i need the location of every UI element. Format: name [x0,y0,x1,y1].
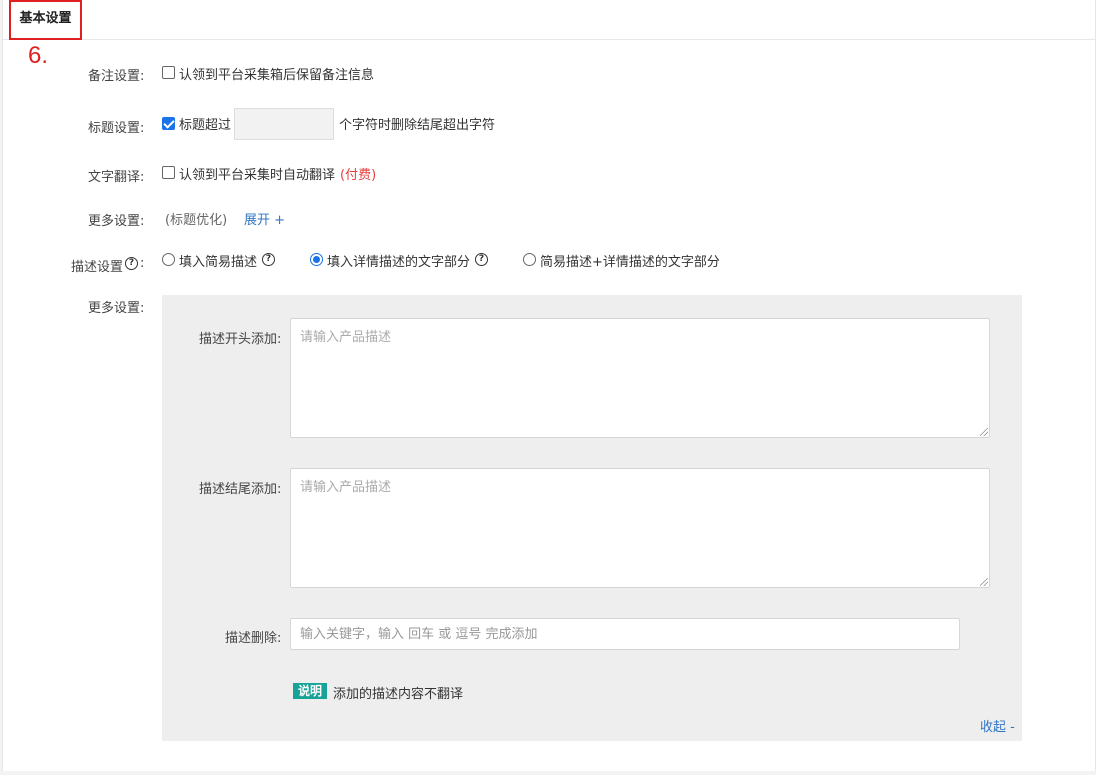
description-setting-label: 描述设置 [71,256,123,275]
remark-keep-label[interactable]: 认领到平台采集箱后保留备注信息 [179,64,374,83]
title-optimize-text: (标题优化) [165,213,228,228]
desc-tail-label: 描述结尾添加: [199,482,282,497]
desc-tail-textarea[interactable] [290,468,990,588]
desc-option-combined-radio[interactable] [523,253,536,266]
question-circle-icon[interactable]: ? [475,253,488,266]
title-limit-checkbox[interactable] [162,117,175,130]
step-number-annotation: 6. [28,42,49,69]
desc-option-detail-label[interactable]: 填入详情描述的文字部分 [327,251,470,270]
desc-delete-input[interactable] [290,618,960,650]
remark-setting-label: 备注设置: [88,69,145,84]
title-limit-suffix: 个字符时删除结尾超出字符 [339,118,496,133]
resize-grip-icon[interactable] [980,578,988,586]
desc-delete-label: 描述删除: [225,631,282,646]
remark-keep-checkbox[interactable] [162,66,175,79]
translate-setting-label: 文字翻译: [88,170,145,185]
desc-option-simple-radio[interactable] [162,253,175,266]
question-circle-icon[interactable]: ? [125,257,138,270]
desc-option-combined-label[interactable]: 简易描述+详情描述的文字部分 [540,251,720,270]
expand-link[interactable]: 展开 + [244,209,285,228]
desc-option-simple-label[interactable]: 填入简易描述 [179,251,257,270]
description-setting-text: 描述设置 [71,260,124,275]
question-circle-icon[interactable]: ? [262,253,275,266]
title-setting-label: 标题设置: [88,121,145,136]
desc-option-detail-radio[interactable] [310,253,323,266]
note-badge: 说明 [293,683,328,699]
collapse-link[interactable]: 收起 - [980,716,1015,735]
more-settings-label: 更多设置: [88,214,145,229]
resize-grip-icon[interactable] [980,428,988,436]
auto-translate-label[interactable]: 认领到平台采集时自动翻译 [179,164,335,183]
desc-head-label: 描述开头添加: [199,332,282,347]
more-settings-label-2: 更多设置: [88,301,145,316]
desc-head-textarea[interactable] [290,318,990,438]
title-char-limit-input[interactable] [234,108,334,140]
panel-title: 基本设置 [9,0,82,40]
panel-header: 基本设置 [3,0,1096,40]
note-text: 添加的描述内容不翻译 [333,687,464,702]
auto-translate-checkbox[interactable] [162,166,175,179]
title-limit-label[interactable]: 标题超过 [179,114,231,133]
paid-tag: (付费) [340,168,377,183]
description-setting-colon: : [140,256,145,271]
